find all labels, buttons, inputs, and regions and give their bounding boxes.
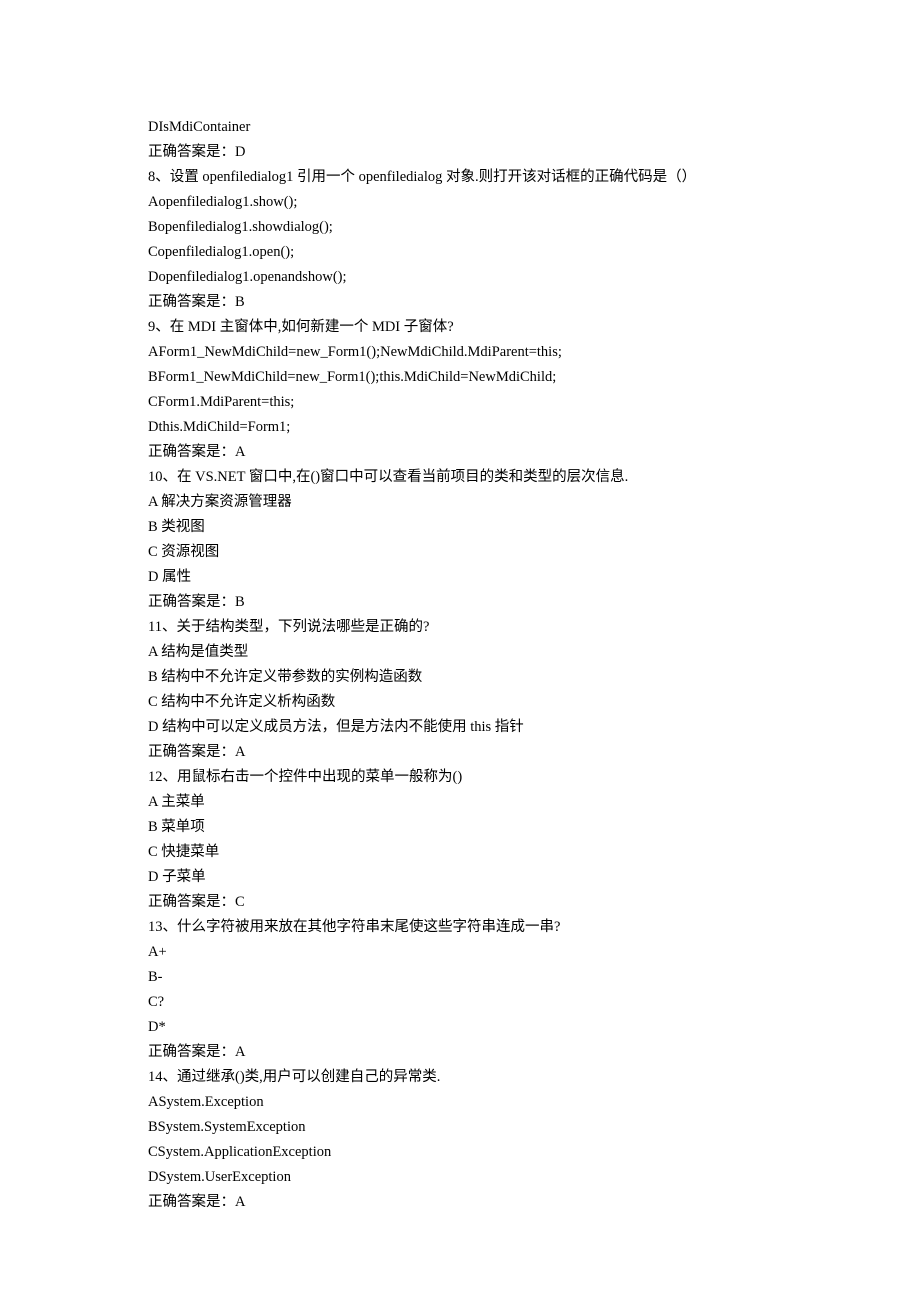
text-line: CForm1.MdiParent=this; (148, 390, 772, 415)
text-line: B 菜单项 (148, 815, 772, 840)
text-line: A 解决方案资源管理器 (148, 490, 772, 515)
text-line: 正确答案是：C (148, 890, 772, 915)
document-page: DIsMdiContainer 正确答案是：D 8、设置 openfiledia… (0, 0, 920, 1302)
text-line: 正确答案是：B (148, 590, 772, 615)
text-line: 9、在 MDI 主窗体中,如何新建一个 MDI 子窗体? (148, 315, 772, 340)
text-line: 10、在 VS.NET 窗口中,在()窗口中可以查看当前项目的类和类型的层次信息… (148, 465, 772, 490)
text-line: 正确答案是：D (148, 140, 772, 165)
text-line: 正确答案是：B (148, 290, 772, 315)
text-line: B- (148, 965, 772, 990)
text-line: BForm1_NewMdiChild=new_Form1();this.MdiC… (148, 365, 772, 390)
text-line: ASystem.Exception (148, 1090, 772, 1115)
text-line: DIsMdiContainer (148, 115, 772, 140)
text-line: C 结构中不允许定义析构函数 (148, 690, 772, 715)
text-line: D* (148, 1015, 772, 1040)
text-line: D 子菜单 (148, 865, 772, 890)
text-line: Aopenfiledialog1.show(); (148, 190, 772, 215)
text-line: 11、关于结构类型，下列说法哪些是正确的? (148, 615, 772, 640)
text-line: 12、用鼠标右击一个控件中出现的菜单一般称为() (148, 765, 772, 790)
text-line: Copenfiledialog1.open(); (148, 240, 772, 265)
text-line: CSystem.ApplicationException (148, 1140, 772, 1165)
text-line: A 主菜单 (148, 790, 772, 815)
text-line: DSystem.UserException (148, 1165, 772, 1190)
text-line: AForm1_NewMdiChild=new_Form1();NewMdiChi… (148, 340, 772, 365)
text-line: D 属性 (148, 565, 772, 590)
text-line: 正确答案是：A (148, 1190, 772, 1215)
text-line: 13、什么字符被用来放在其他字符串末尾使这些字符串连成一串? (148, 915, 772, 940)
text-line: 正确答案是：A (148, 740, 772, 765)
text-line: BSystem.SystemException (148, 1115, 772, 1140)
text-line: C 快捷菜单 (148, 840, 772, 865)
text-line: A+ (148, 940, 772, 965)
text-line: C 资源视图 (148, 540, 772, 565)
text-line: 正确答案是：A (148, 1040, 772, 1065)
text-line: 8、设置 openfiledialog1 引用一个 openfiledialog… (148, 165, 772, 190)
text-line: B 结构中不允许定义带参数的实例构造函数 (148, 665, 772, 690)
text-line: D 结构中可以定义成员方法，但是方法内不能使用 this 指针 (148, 715, 772, 740)
text-line: 正确答案是：A (148, 440, 772, 465)
text-line: Dthis.MdiChild=Form1; (148, 415, 772, 440)
text-line: 14、通过继承()类,用户可以创建自己的异常类. (148, 1065, 772, 1090)
text-line: B 类视图 (148, 515, 772, 540)
text-line: A 结构是值类型 (148, 640, 772, 665)
text-line: Dopenfiledialog1.openandshow(); (148, 265, 772, 290)
text-line: Bopenfiledialog1.showdialog(); (148, 215, 772, 240)
text-line: C? (148, 990, 772, 1015)
